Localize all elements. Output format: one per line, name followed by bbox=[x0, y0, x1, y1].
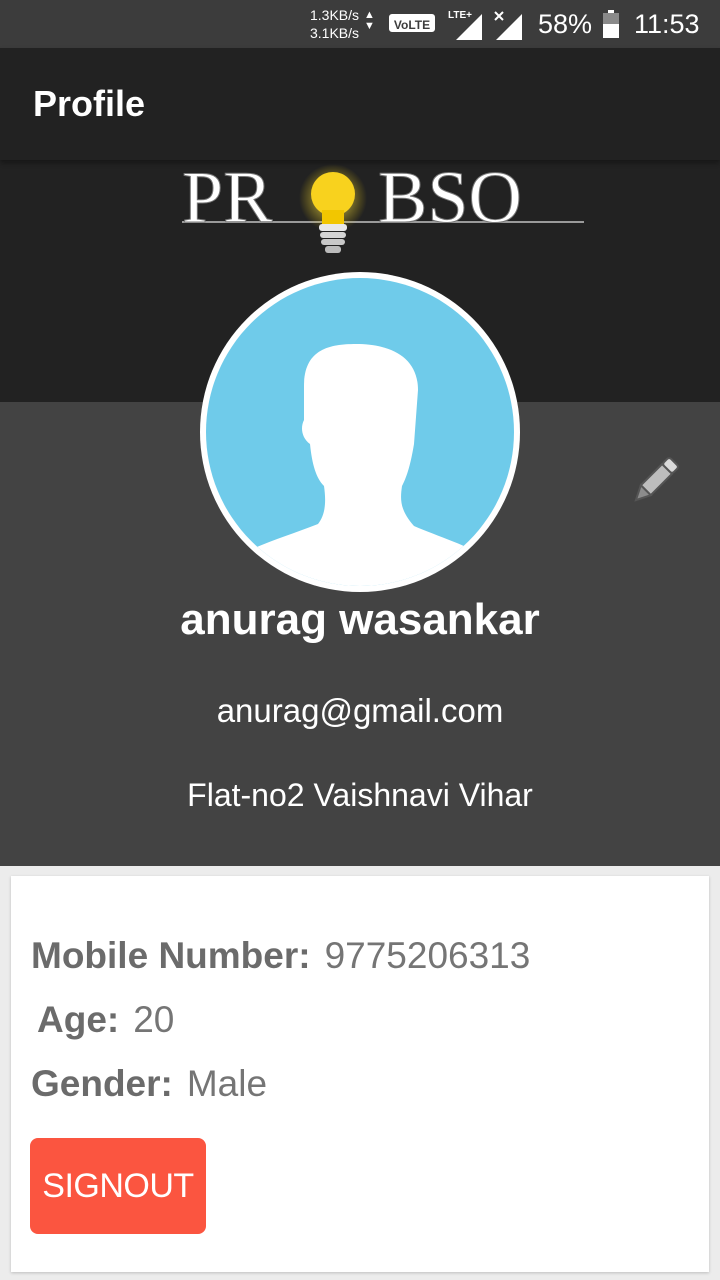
lte-signal-icon: LTE+ bbox=[448, 10, 482, 40]
mobile-label: Mobile Number: bbox=[31, 935, 311, 976]
details-card: Mobile Number: 9775206313 Age: 20 Gender: M… bbox=[11, 876, 709, 1272]
logo-text-right: BSO bbox=[378, 160, 522, 239]
avatar[interactable] bbox=[200, 272, 520, 592]
network-upload-speed: 1.3KB/s bbox=[310, 7, 360, 23]
signout-button[interactable]: SIGNOUT bbox=[30, 1138, 206, 1234]
mobile-value: 9775206313 bbox=[324, 935, 531, 976]
profile-email: anurag@gmail.com bbox=[216, 692, 504, 729]
updown-arrows-icon: ▲ ▼ bbox=[364, 9, 375, 32]
logo-text-left: PR bbox=[182, 160, 273, 239]
mobile-row: Mobile Number: 9775206313 bbox=[31, 934, 530, 978]
age-label: Age: bbox=[37, 999, 120, 1040]
network-speed: 1.3KB/s 3.1KB/s bbox=[310, 6, 359, 42]
probso-logo: PR BSO bbox=[182, 160, 584, 253]
page-title: Profile bbox=[33, 83, 146, 124]
gender-row: Gender: Male bbox=[31, 1062, 267, 1106]
profile-name: anurag wasankar bbox=[180, 595, 540, 644]
volte-badge: VoLTE bbox=[389, 14, 435, 32]
clock: 11:53 bbox=[634, 9, 700, 39]
status-bar: 1.3KB/s 3.1KB/s ▲ ▼ VoLTE LTE+ 58% 11:53 bbox=[0, 0, 720, 48]
lte-label: LTE+ bbox=[448, 10, 472, 21]
lightbulb-icon bbox=[299, 164, 367, 253]
gender-label: Gender: bbox=[31, 1063, 173, 1104]
person-silhouette-icon bbox=[216, 344, 506, 586]
network-download-speed: 3.1KB/s bbox=[310, 25, 360, 41]
age-value: 20 bbox=[133, 999, 175, 1040]
signal-icon bbox=[494, 11, 522, 40]
pencil-icon[interactable] bbox=[626, 452, 684, 510]
app-bar: Profile bbox=[0, 48, 720, 160]
battery-percent: 58% bbox=[538, 9, 593, 39]
gender-value: Male bbox=[186, 1063, 268, 1104]
battery-icon bbox=[603, 10, 619, 38]
age-row: Age: 20 bbox=[37, 998, 174, 1042]
profile-address: Flat-no2 Vaishnavi Vihar bbox=[187, 777, 533, 813]
